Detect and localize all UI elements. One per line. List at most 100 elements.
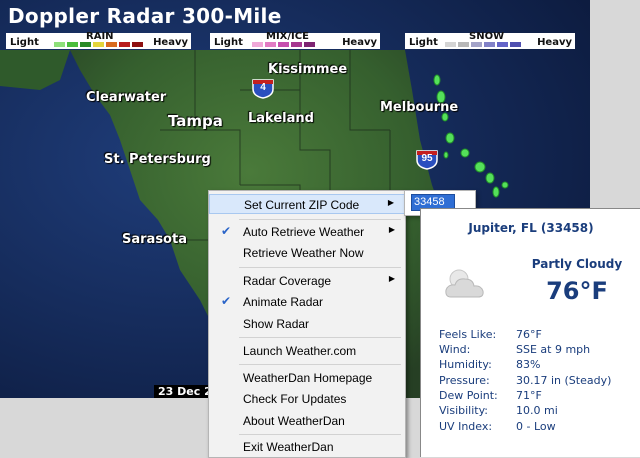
menu-item-label: WeatherDan Homepage	[243, 371, 373, 385]
legend-mix-swatch	[265, 42, 276, 47]
city-clearwater: Clearwater	[86, 90, 167, 105]
city-sarasota: Sarasota	[122, 232, 187, 247]
legend-mix-swatch	[304, 42, 315, 47]
legend-rain-swatch	[67, 42, 78, 47]
legend-rain-swatch	[80, 42, 91, 47]
detail-value: SSE at 9 mph	[516, 343, 591, 356]
legend-rain-swatch	[54, 42, 65, 47]
menu-item-set-zip-code[interactable]: Set Current ZIP Code ▶	[209, 194, 405, 214]
weather-panel: Jupiter, FL (33458) Partly Cloudy 76°F F…	[420, 208, 640, 457]
legend-snow-title: SNOW	[469, 31, 505, 42]
legend-rain-swatch	[93, 42, 104, 47]
detail-value: 76°F	[516, 328, 542, 341]
detail-value: 0 - Low	[516, 420, 556, 433]
legend-snow-heavy: Heavy	[537, 37, 572, 48]
legend-mix-swatch	[278, 42, 289, 47]
legend-snow-swatch	[497, 42, 508, 47]
interstate-95-label: 95	[421, 153, 433, 164]
legend-rain-swatch	[106, 42, 117, 47]
menu-item-label: Auto Retrieve Weather	[243, 225, 365, 239]
interstate-4-shield-icon: 4	[252, 79, 274, 99]
partly-cloudy-icon	[443, 265, 487, 303]
menu-item-label: Radar Coverage	[243, 274, 332, 288]
weather-detail-row: Pressure: 30.17 in (Steady)	[439, 374, 639, 389]
checkmark-icon: ✔	[221, 224, 232, 238]
detail-label: UV Index:	[439, 420, 493, 433]
legend-snow: Light SNOW Heavy	[405, 31, 575, 49]
submenu-arrow-icon: ▶	[388, 274, 395, 283]
legend-snow-light: Light	[409, 37, 438, 48]
legend-rain: Light RAIN Heavy	[6, 31, 191, 49]
weather-location: Jupiter, FL (33458)	[468, 221, 594, 235]
menu-separator	[239, 434, 401, 435]
menu-item-label: Retrieve Weather Now	[243, 246, 364, 260]
interstate-95-shield-icon: 95	[416, 150, 438, 170]
legend-rain-light: Light	[10, 37, 39, 48]
menu-item-label: Animate Radar	[243, 295, 324, 309]
detail-label: Visibility:	[439, 404, 489, 417]
submenu-arrow-icon: ▶	[387, 198, 394, 207]
menu-item-radar-coverage[interactable]: Radar Coverage ▶	[209, 271, 405, 291]
menu-separator	[239, 364, 401, 365]
legend-snow-swatch	[458, 42, 469, 47]
legend-snow-swatch	[445, 42, 456, 47]
detail-value: 30.17 in (Steady)	[516, 374, 612, 387]
menu-item-label: Launch Weather.com	[243, 344, 357, 358]
radar-title: Doppler Radar 300-Mile	[8, 4, 282, 28]
menu-item-label: Set Current ZIP Code	[244, 198, 360, 212]
weather-condition: Partly Cloudy	[531, 257, 623, 271]
weather-detail-row: Visibility: 10.0 mi	[439, 404, 639, 419]
context-menu: Set Current ZIP Code ▶ ✔ Auto Retrieve W…	[208, 190, 406, 458]
menu-item-exit-weatherdan[interactable]: Exit WeatherDan	[209, 437, 405, 457]
interstate-4-label: 4	[260, 82, 266, 93]
weather-detail-row: UV Index: 0 - Low	[439, 420, 639, 435]
menu-separator	[239, 267, 401, 268]
menu-item-launch-weather-com[interactable]: Launch Weather.com	[209, 341, 405, 361]
legend-rain-heavy: Heavy	[153, 37, 188, 48]
detail-label: Pressure:	[439, 374, 490, 387]
detail-value: 71°F	[516, 389, 542, 402]
legend-snow-swatch	[510, 42, 521, 47]
weather-temperature: 76°F	[546, 277, 608, 305]
detail-value: 10.0 mi	[516, 404, 558, 417]
weather-detail-row: Feels Like: 76°F	[439, 328, 639, 343]
menu-item-label: Check For Updates	[243, 392, 347, 406]
menu-item-retrieve-weather-now[interactable]: Retrieve Weather Now	[209, 243, 405, 263]
menu-separator	[239, 219, 401, 220]
legend-mix-ice: Light MIX/ICE Heavy	[210, 31, 380, 49]
menu-item-about-weatherdan[interactable]: About WeatherDan	[209, 411, 405, 431]
legend-mix-swatch	[291, 42, 302, 47]
detail-label: Dew Point:	[439, 389, 498, 402]
menu-item-animate-radar[interactable]: ✔ Animate Radar	[209, 292, 405, 312]
menu-item-check-for-updates[interactable]: Check For Updates	[209, 389, 405, 409]
menu-item-show-radar[interactable]: Show Radar	[209, 314, 405, 334]
detail-label: Wind:	[439, 343, 471, 356]
legend-mix-title: MIX/ICE	[266, 31, 309, 42]
legend-snow-swatch	[484, 42, 495, 47]
detail-value: 83%	[516, 358, 541, 371]
detail-label: Feels Like:	[439, 328, 497, 341]
legend-rain-swatch	[119, 42, 130, 47]
menu-item-label: About WeatherDan	[243, 414, 345, 428]
city-lakeland: Lakeland	[248, 111, 314, 126]
legend-mix-swatch	[252, 42, 263, 47]
weather-detail-row: Wind: SSE at 9 mph	[439, 343, 639, 358]
submenu-arrow-icon: ▶	[388, 225, 395, 234]
city-st-petersburg: St. Petersburg	[104, 152, 211, 167]
checkmark-icon: ✔	[221, 294, 232, 308]
legend-snow-swatch	[471, 42, 482, 47]
city-kissimmee: Kissimmee	[268, 62, 348, 77]
menu-item-label: Exit WeatherDan	[243, 440, 334, 454]
legend-rain-title: RAIN	[86, 31, 114, 42]
weather-detail-row: Dew Point: 71°F	[439, 389, 639, 404]
detail-label: Humidity:	[439, 358, 492, 371]
menu-item-weatherdan-homepage[interactable]: WeatherDan Homepage	[209, 368, 405, 388]
weather-detail-row: Humidity: 83%	[439, 358, 639, 373]
menu-item-auto-retrieve-weather[interactable]: ✔ Auto Retrieve Weather ▶	[209, 222, 405, 242]
city-tampa: Tampa	[168, 112, 223, 130]
menu-item-label: Show Radar	[243, 317, 310, 331]
city-melbourne: Melbourne	[380, 100, 459, 115]
menu-separator	[239, 337, 401, 338]
legend-mix-heavy: Heavy	[342, 37, 377, 48]
legend-rain-swatch	[132, 42, 143, 47]
